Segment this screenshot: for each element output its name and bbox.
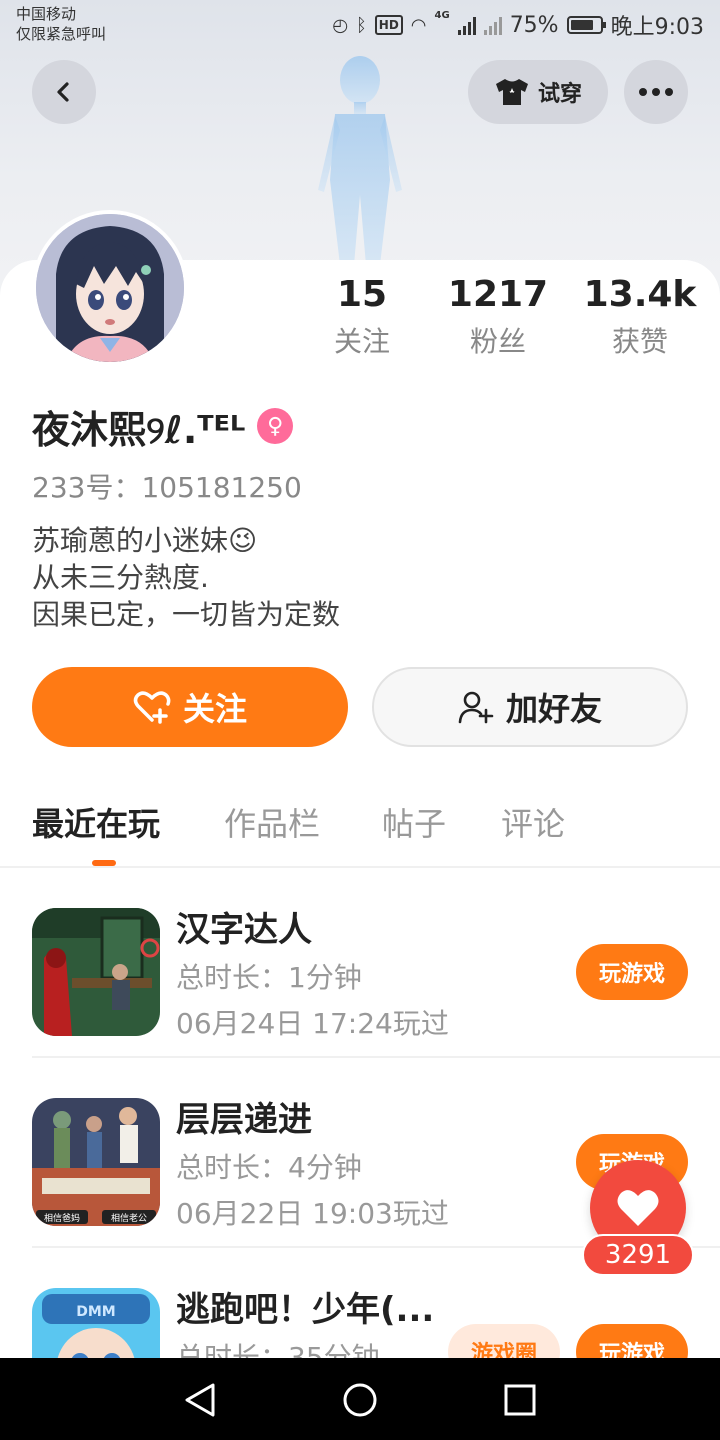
bio-line: 从未三分熱度.	[32, 561, 209, 594]
nav-home-button[interactable]	[340, 1380, 380, 1420]
tab-works[interactable]: 作品栏	[224, 802, 320, 846]
bio-line: 因果已定，一切皆为定数	[32, 598, 341, 631]
follow-button[interactable]: 关注	[32, 667, 348, 747]
active-tab-indicator	[92, 860, 116, 866]
stat-likes-label: 获赞	[611, 325, 668, 358]
avatar-figure-illustration	[318, 56, 402, 265]
game-last-played: 06月22日 19:03玩过	[176, 1197, 449, 1230]
status-bar: 中国移动 仅限紧急呼叫 ◴ ᛒ HD ◠ 4G 75% 晚上9:03	[0, 0, 720, 50]
icon-caption-left: 相信爸妈	[44, 1212, 80, 1224]
add-friend-button[interactable]: 加好友	[372, 667, 688, 747]
circle-home-icon	[343, 1383, 377, 1417]
game-name: 汉字达人	[176, 910, 312, 950]
try-on-label: 试穿	[537, 82, 582, 107]
game-icon	[32, 908, 160, 1036]
battery-percent: 75%	[509, 12, 559, 38]
hd-icon: HD	[374, 15, 403, 35]
nav-back-button[interactable]	[180, 1380, 220, 1420]
battery-icon	[566, 16, 606, 34]
female-icon: ♀	[257, 408, 294, 444]
game-duration: 总时长：4分钟	[176, 1151, 362, 1184]
carrier-status: 仅限紧急呼叫	[16, 25, 107, 43]
avatar-image	[36, 214, 184, 362]
stat-following-value: 15	[336, 274, 388, 315]
nav-recents-button[interactable]	[500, 1380, 540, 1420]
tshirt-icon	[495, 79, 528, 105]
triangle-back-icon	[185, 1383, 215, 1417]
like-count-badge: 3291	[582, 1234, 694, 1276]
square-recents-icon	[504, 1384, 536, 1416]
more-button[interactable]	[624, 60, 688, 124]
game-name: 逃跑吧！少年(...	[176, 1290, 435, 1330]
chevron-left-icon	[57, 82, 69, 102]
profile-stats: 15 关注 1217 粉丝 13.4k 获赞	[300, 272, 700, 372]
stat-likes-value: 13.4k	[583, 274, 697, 315]
add-friend-label: 加好友	[505, 690, 602, 728]
bio-line: 苏瑜蒽的小迷妹😉	[32, 524, 258, 557]
play-game-button[interactable]: 玩游戏	[576, 944, 688, 1000]
profile-tabs: 最近在玩 作品栏 帖子 评论	[0, 790, 720, 868]
alarm-icon: ◴	[332, 14, 348, 36]
more-dots-icon	[639, 88, 673, 96]
wifi-icon: ◠	[410, 14, 427, 36]
game-duration: 总时长：1分钟	[176, 961, 362, 994]
icon-caption: DMM	[76, 1304, 115, 1320]
game-last-played: 06月24日 17:24玩过	[176, 1007, 449, 1040]
stat-likes[interactable]: 13.4k 获赞	[570, 272, 710, 362]
signal-icon	[457, 15, 476, 35]
stat-fans-value: 1217	[447, 274, 549, 315]
stat-fans-label: 粉丝	[469, 325, 526, 358]
bluetooth-icon: ᛒ	[355, 14, 367, 36]
icon-caption-right: 相信老公	[111, 1212, 147, 1224]
heart-icon	[617, 1190, 659, 1226]
signal-no-sim-icon	[483, 15, 502, 35]
add-user-icon	[458, 691, 494, 724]
clock: 晚上9:03	[610, 15, 704, 40]
carrier-text: 中国移动 仅限紧急呼叫	[16, 4, 106, 44]
game-icon: 相信爸妈 相信老公	[32, 1098, 160, 1226]
avatar[interactable]	[32, 210, 188, 366]
heart-plus-icon	[133, 691, 171, 724]
system-nav-bar	[0, 1358, 720, 1440]
tab-posts[interactable]: 帖子	[382, 802, 446, 846]
status-icons: ◴ ᛒ HD ◠ 4G 75% 晚上9:03	[332, 10, 704, 40]
stat-fans[interactable]: 1217 粉丝	[428, 272, 568, 362]
stat-following-label: 关注	[333, 325, 390, 358]
network-type: 4G	[434, 10, 450, 21]
user-id: 233号：105181250	[32, 471, 302, 504]
try-on-button[interactable]: 试穿	[468, 60, 608, 124]
back-button[interactable]	[32, 60, 96, 124]
list-item[interactable]: 汉字达人 总时长：1分钟 06月24日 17:24玩过 玩游戏	[0, 868, 720, 1058]
tab-comments[interactable]: 评论	[501, 802, 565, 846]
bio: 苏瑜蒽的小迷妹😉 从未三分熱度. 因果已定，一切皆为定数	[32, 522, 340, 633]
carrier-name: 中国移动	[16, 5, 77, 23]
stat-following[interactable]: 15 关注	[292, 272, 432, 362]
follow-label: 关注	[182, 690, 247, 728]
game-name: 层层递进	[176, 1100, 312, 1140]
username-row: 夜沐熙୨ℓ.ᵀᴱᴸ ♀	[32, 400, 294, 452]
tab-recently-played[interactable]: 最近在玩	[32, 802, 160, 846]
username: 夜沐熙୨ℓ.ᵀᴱᴸ	[32, 407, 246, 452]
